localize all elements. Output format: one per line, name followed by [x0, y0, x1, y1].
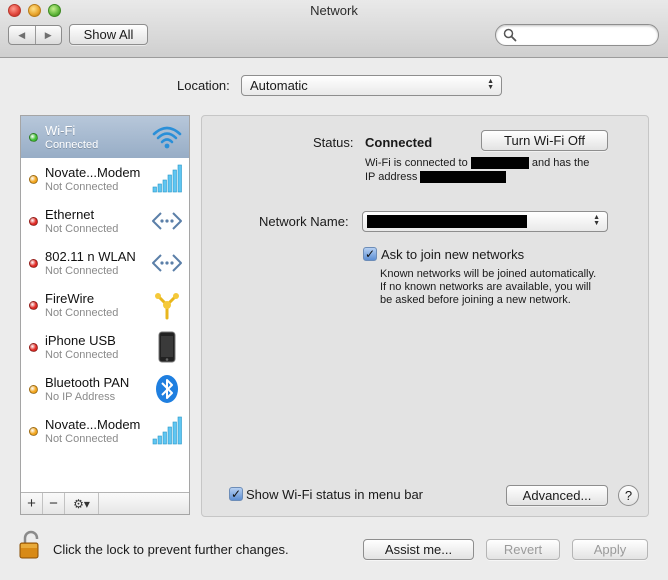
- redacted-ip: [420, 171, 507, 184]
- ask-join-checkbox[interactable]: ✓: [363, 247, 377, 261]
- lock-message: Click the lock to prevent further change…: [53, 542, 289, 557]
- connection-text-ip: IP address: [365, 171, 418, 183]
- lock-icon[interactable]: [18, 530, 44, 563]
- add-service-button[interactable]: +: [21, 493, 43, 514]
- network-name-popup[interactable]: ▲ ▼: [362, 211, 608, 232]
- service-name: iPhone USB: [45, 333, 116, 348]
- ask-join-desc-3: be asked before joining a new network.: [380, 294, 571, 306]
- back-button[interactable]: ◀: [9, 26, 36, 44]
- service-list: Wi-Fi Connected Novate...Modem Not Connecte…: [20, 115, 190, 515]
- service-item[interactable]: Novate...Modem Not Connected: [21, 158, 189, 200]
- remove-service-button[interactable]: −: [43, 493, 65, 514]
- firewire-icon: [151, 289, 183, 321]
- search-icon: [503, 28, 517, 45]
- show-all-button[interactable]: Show All: [69, 24, 148, 45]
- popup-arrows-icon: ▲ ▼: [593, 214, 600, 227]
- network-name-label: Network Name:: [259, 214, 349, 229]
- apply-button[interactable]: Apply: [572, 539, 648, 560]
- popup-arrows-icon: ▲ ▼: [487, 78, 494, 91]
- service-status: Not Connected: [45, 349, 119, 361]
- service-item[interactable]: Wi-Fi Connected: [21, 116, 189, 158]
- redacted-network: [470, 157, 529, 170]
- ask-join-desc-2: If no known networks are available, you …: [380, 281, 591, 293]
- network-window: Network ◀ ▶ Show All Location: Automatic…: [0, 0, 668, 580]
- status-label: Status:: [313, 135, 354, 150]
- service-item[interactable]: Ethernet Not Connected: [21, 200, 189, 242]
- status-indicator: [29, 259, 38, 268]
- service-status: Not Connected: [45, 307, 119, 319]
- ask-join-desc-1: Known networks will be joined automatica…: [380, 268, 597, 280]
- revert-button[interactable]: Revert: [486, 539, 560, 560]
- service-name: Novate...Modem: [45, 417, 141, 432]
- service-item[interactable]: iPhone USB Not Connected: [21, 326, 189, 368]
- help-button[interactable]: ?: [618, 485, 639, 506]
- service-item[interactable]: Novate...Modem Not Connected: [21, 410, 189, 452]
- wifi-icon: [151, 121, 183, 153]
- advanced-button[interactable]: Advanced...: [506, 485, 608, 506]
- ethernet-icon: [151, 247, 183, 279]
- service-name: Novate...Modem: [45, 165, 141, 180]
- service-status: Connected: [45, 139, 99, 151]
- forward-button[interactable]: ▶: [36, 26, 62, 44]
- service-name: Bluetooth PAN: [45, 375, 130, 390]
- service-item[interactable]: FireWire Not Connected: [21, 284, 189, 326]
- status-indicator: [29, 343, 38, 352]
- service-name: 802.11 n WLAN: [45, 249, 136, 264]
- ask-join-label: Ask to join new networks: [381, 247, 525, 262]
- status-indicator: [29, 175, 38, 184]
- status-indicator: [29, 385, 38, 394]
- service-status: Not Connected: [45, 433, 119, 445]
- status-indicator: [29, 133, 38, 142]
- bluetooth-icon: [151, 373, 183, 405]
- service-status: Not Connected: [45, 181, 119, 193]
- ethernet-icon: [151, 205, 183, 237]
- service-list-actions: + − ⚙▾: [21, 492, 189, 514]
- status-indicator: [29, 301, 38, 310]
- service-item[interactable]: Bluetooth PAN No IP Address: [21, 368, 189, 410]
- service-status: No IP Address: [45, 391, 116, 403]
- show-wifi-status-label: Show Wi-Fi status in menu bar: [246, 487, 424, 502]
- signal-bars-icon: [151, 163, 183, 195]
- location-label: Location:: [177, 78, 230, 93]
- window-toolbar: Network ◀ ▶ Show All: [0, 0, 668, 58]
- service-status: Not Connected: [45, 265, 119, 277]
- service-item[interactable]: 802.11 n WLAN Not Connected: [21, 242, 189, 284]
- signal-bars-icon: [151, 415, 183, 447]
- window-title: Network: [310, 3, 358, 18]
- service-name: Ethernet: [45, 207, 95, 222]
- connection-text-start: Wi-Fi is connected to: [365, 157, 468, 169]
- show-wifi-status-checkbox[interactable]: ✓: [229, 487, 243, 501]
- status-indicator: [29, 427, 38, 436]
- connection-description: Wi-Fi is connected to and has the IP add…: [365, 156, 615, 184]
- status-value: Connected: [365, 135, 433, 150]
- status-indicator: [29, 217, 38, 226]
- location-popup[interactable]: Automatic ▲ ▼: [241, 75, 502, 96]
- turn-wifi-off-button[interactable]: Turn Wi-Fi Off: [481, 130, 608, 151]
- back-forward-control: ◀ ▶: [8, 25, 62, 45]
- location-value: Automatic: [250, 78, 308, 93]
- service-actions-gear-button[interactable]: ⚙▾: [65, 493, 99, 514]
- search-field[interactable]: [495, 24, 659, 46]
- iphone-icon: [151, 331, 183, 363]
- connection-text-mid: and has the: [531, 157, 590, 169]
- service-name: Wi-Fi: [45, 123, 76, 138]
- service-name: FireWire: [45, 291, 95, 306]
- assist-me-button[interactable]: Assist me...: [363, 539, 474, 560]
- redacted-network-name: [367, 215, 527, 228]
- service-status: Not Connected: [45, 223, 119, 235]
